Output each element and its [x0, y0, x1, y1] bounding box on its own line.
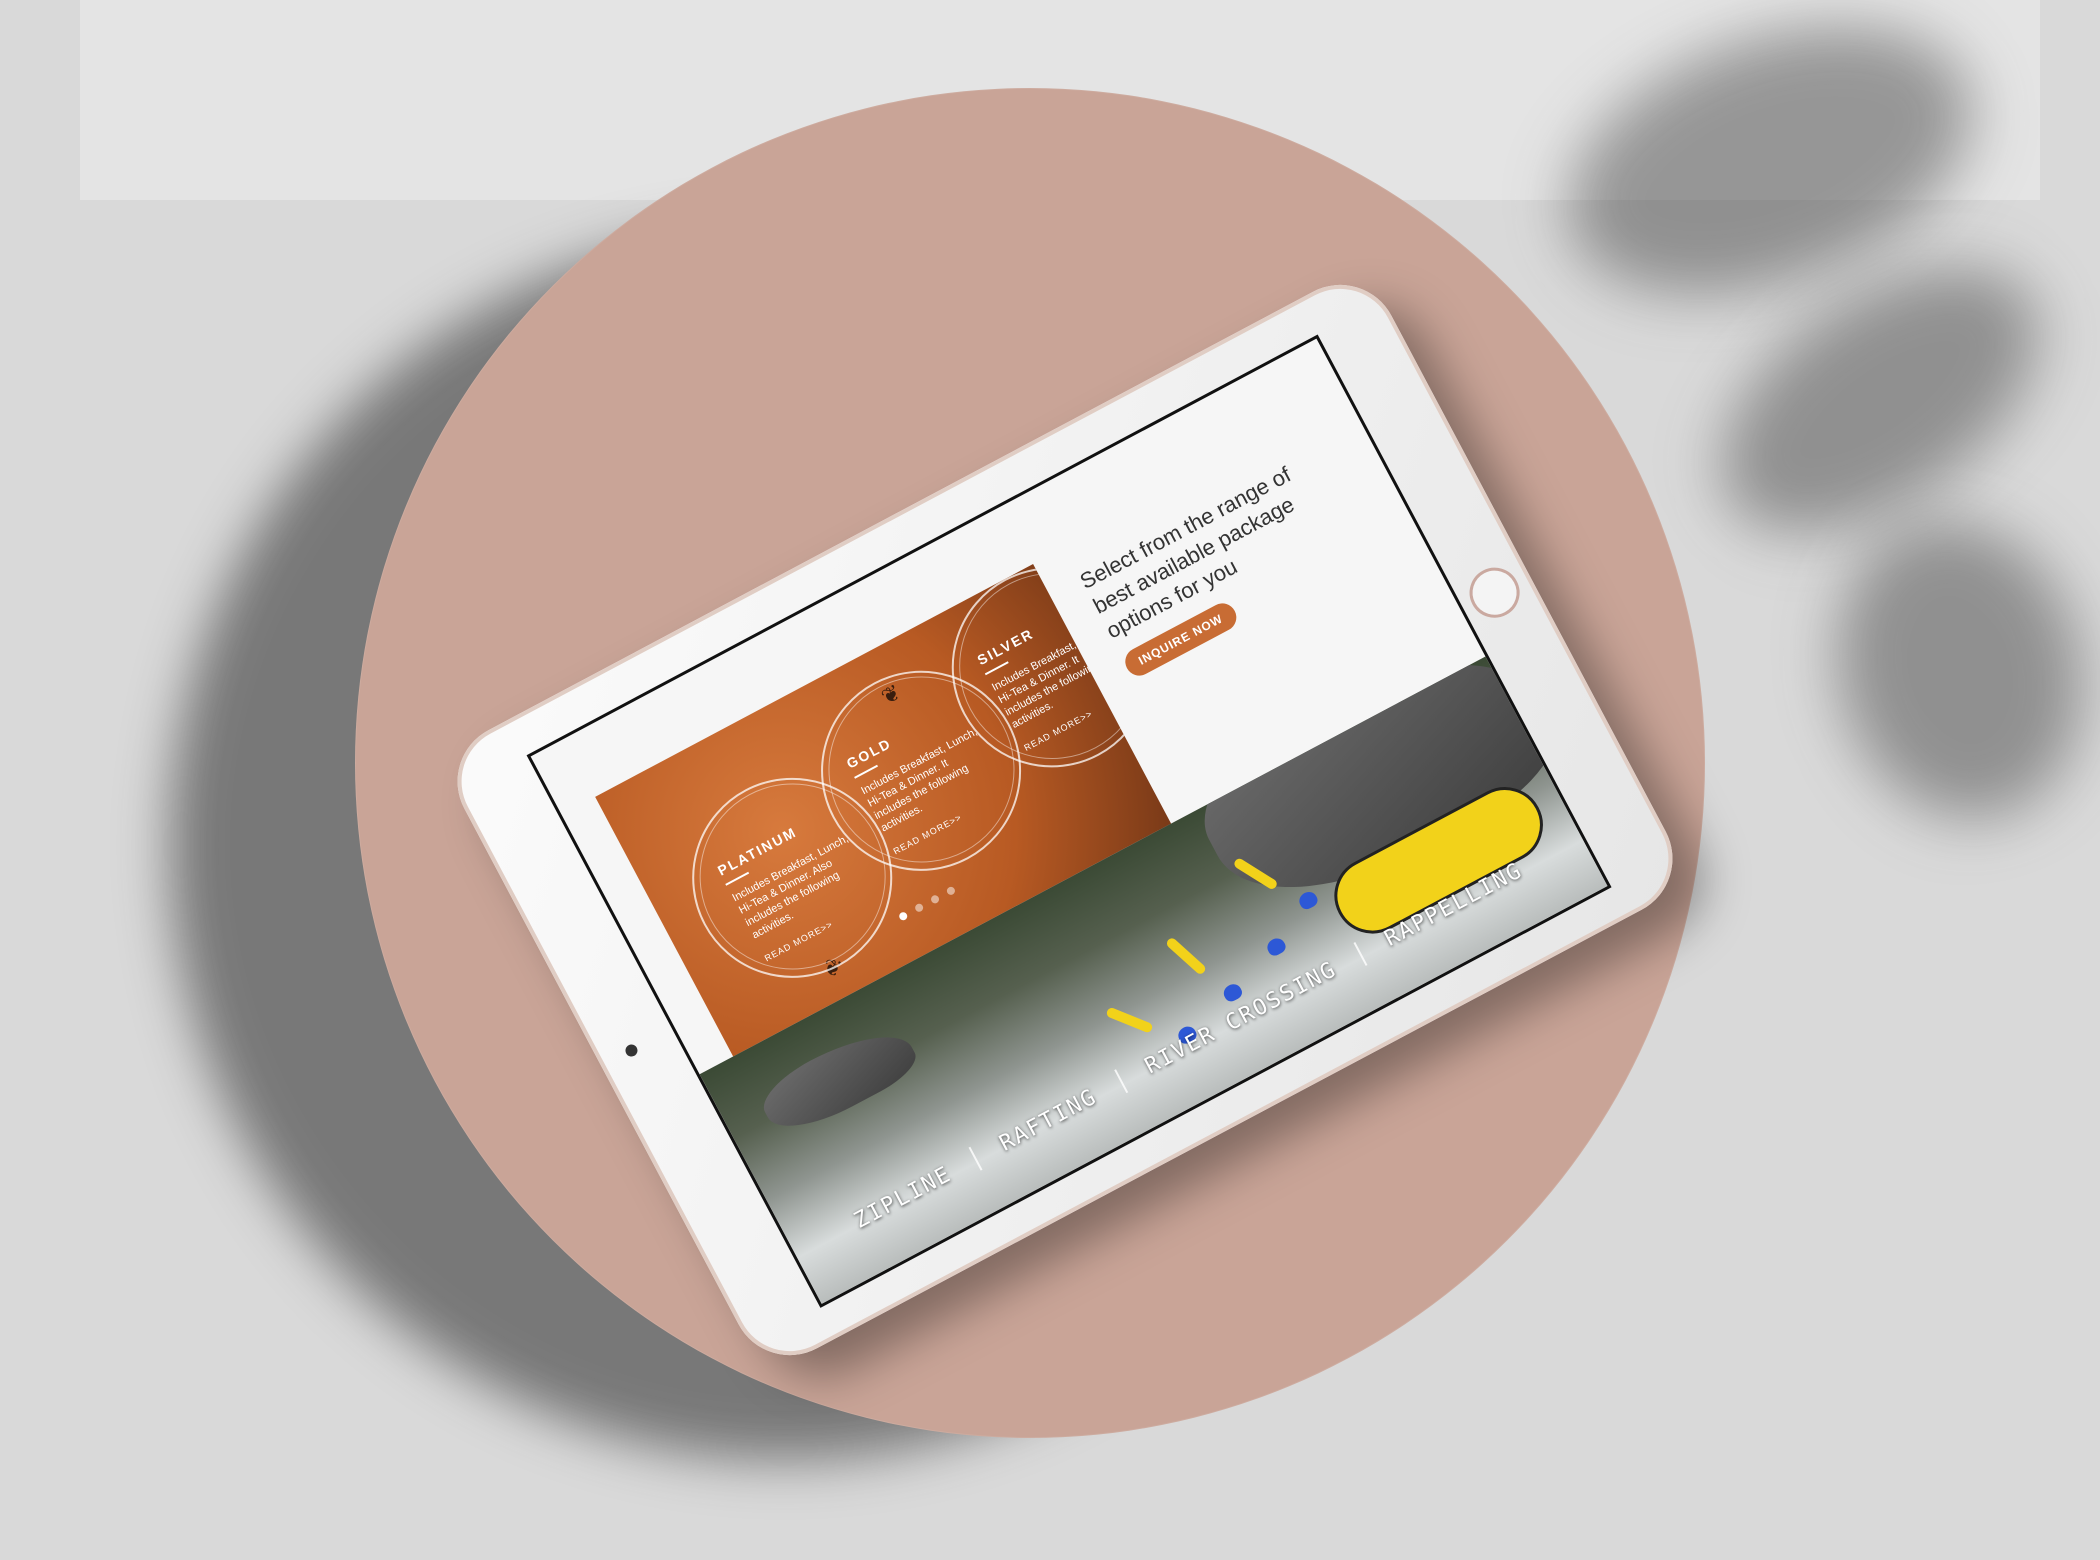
- activity-river-crossing[interactable]: RIVER CROSSING: [1141, 956, 1341, 1078]
- package-title: GOLD: [843, 734, 895, 772]
- package-description: Includes Breakfast, Lunch, Hi-Tea & Dinn…: [989, 622, 1111, 731]
- carousel-dot[interactable]: [913, 902, 925, 914]
- title-underline: [725, 871, 750, 886]
- activity-divider: [968, 1146, 983, 1171]
- helmet: [1296, 888, 1320, 912]
- camera-icon: [623, 1042, 640, 1059]
- activity-rafting[interactable]: RAFTING: [995, 1084, 1101, 1156]
- activity-divider: [1114, 1069, 1128, 1094]
- paddle: [1105, 1006, 1154, 1034]
- carousel-dot[interactable]: [929, 893, 941, 905]
- package-description: Includes Breakfast, Lunch, Hi-Tea & Dinn…: [730, 832, 851, 942]
- river-rock: [753, 1015, 924, 1144]
- carousel-dot[interactable]: [945, 885, 957, 897]
- read-more-link[interactable]: READ MORE>>: [892, 812, 964, 857]
- paddle: [1164, 936, 1208, 976]
- leaf-shadow: [1805, 494, 2100, 846]
- read-more-link[interactable]: READ MORE>>: [763, 919, 835, 964]
- activity-divider: [1353, 941, 1368, 966]
- home-button[interactable]: [1460, 558, 1529, 627]
- carousel-dots: [897, 885, 957, 922]
- helmet: [1264, 935, 1288, 958]
- package-description: Includes Breakfast, Lunch, Hi-Tea & Dinn…: [859, 725, 980, 835]
- activity-zipline[interactable]: ZIPLINE: [850, 1161, 956, 1233]
- title-underline: [854, 764, 879, 779]
- package-title: PLATINUM: [714, 823, 800, 879]
- package-title: SILVER: [974, 625, 1037, 669]
- read-more-link[interactable]: READ MORE>>: [1022, 708, 1094, 753]
- carousel-dot[interactable]: [897, 910, 909, 922]
- title-underline: [984, 661, 1009, 676]
